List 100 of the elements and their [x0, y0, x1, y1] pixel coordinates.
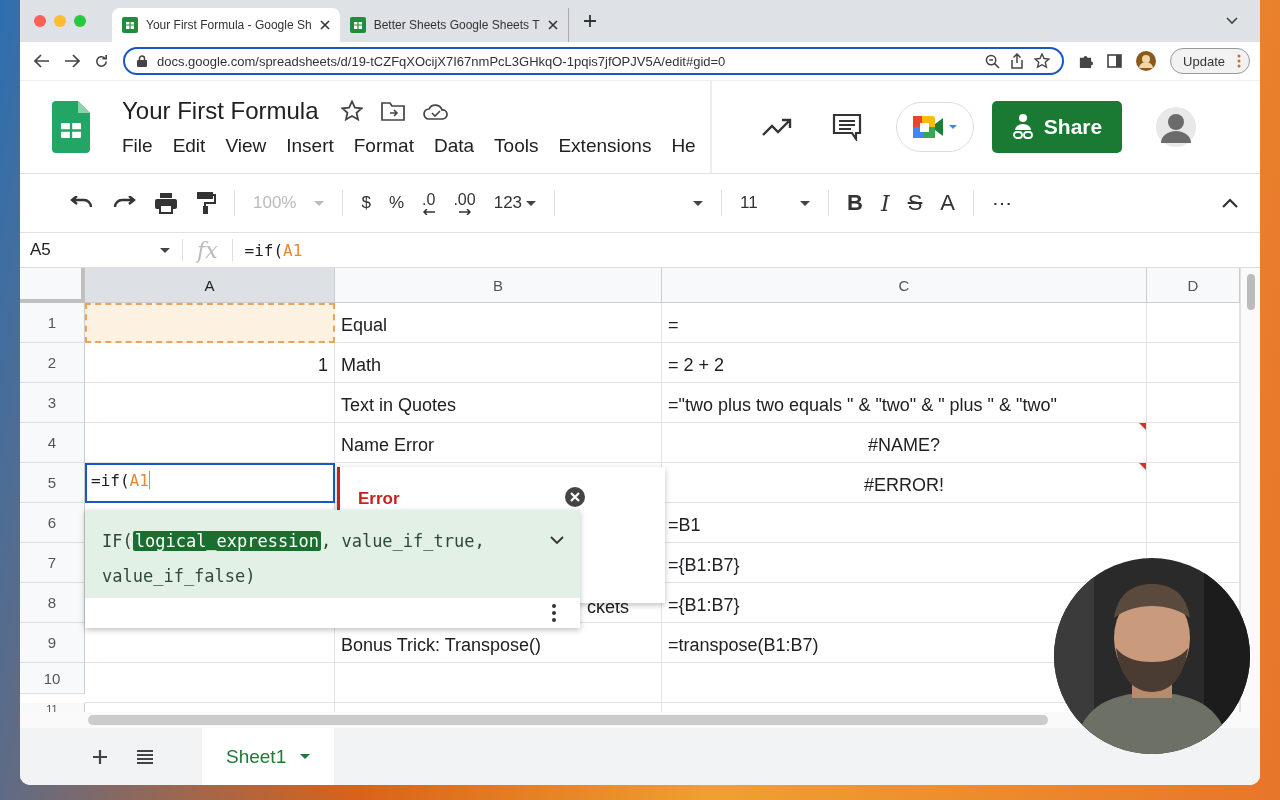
caret-icon	[693, 200, 704, 206]
caret-icon	[314, 200, 325, 206]
chevron-down-icon[interactable]	[550, 536, 564, 544]
table-cell: Equal	[335, 303, 662, 343]
comment-icon[interactable]	[832, 113, 862, 141]
error-title: Error	[358, 489, 400, 509]
list-icon[interactable]	[136, 748, 154, 765]
row-number[interactable]: 2	[20, 343, 85, 383]
video-call-button[interactable]	[896, 102, 974, 152]
document-title[interactable]: Your First Formula	[122, 97, 319, 125]
decrease-decimals-button[interactable]: .0	[422, 191, 436, 215]
print-icon[interactable]	[154, 192, 178, 214]
share-button[interactable]: Share	[992, 101, 1122, 153]
redo-icon[interactable]	[112, 196, 136, 210]
add-sheet-icon[interactable]	[92, 748, 108, 765]
reload-icon[interactable]	[94, 53, 109, 69]
sheets-logo-icon[interactable]	[52, 101, 90, 153]
percent-button[interactable]: %	[388, 193, 405, 213]
close-icon[interactable]	[547, 20, 558, 30]
menu-item[interactable]: Data	[433, 135, 495, 157]
row-number[interactable]: 7	[20, 543, 85, 583]
bold-button[interactable]: B	[847, 190, 863, 216]
paint-format-icon[interactable]	[196, 191, 216, 215]
more-icon[interactable]	[1237, 54, 1241, 68]
menu-item[interactable]: View	[225, 135, 287, 157]
formula-field[interactable]: =if(A1	[232, 240, 303, 260]
function-label: fx	[194, 237, 219, 263]
table-cell: 1	[85, 343, 335, 383]
share-icon[interactable]	[1010, 53, 1025, 69]
table-cell: Name Error	[335, 423, 662, 463]
currency-button[interactable]: $	[361, 193, 371, 213]
cloud-icon[interactable]	[422, 102, 449, 120]
column-header[interactable]: A	[85, 268, 335, 303]
row-number[interactable]: 3	[20, 383, 85, 423]
arrow-left-icon	[422, 209, 435, 215]
table-cell: #NAME?	[662, 423, 1147, 463]
caret-icon	[160, 247, 170, 253]
font-size-dropdown[interactable]: 11	[740, 193, 811, 213]
menu-item[interactable]: Format	[353, 135, 434, 157]
table-cell: = 2 + 2	[662, 343, 1147, 383]
spreadsheet-icon	[122, 17, 138, 33]
puzzle-icon[interactable]	[1078, 53, 1094, 69]
menu-item[interactable]: File	[122, 135, 173, 157]
italic-button[interactable]: I	[880, 190, 890, 216]
row-number[interactable]: 4	[20, 423, 85, 463]
menu-item[interactable]: He	[671, 135, 696, 157]
number-format-dropdown[interactable]: 123	[493, 193, 537, 213]
menu-item[interactable]: Edit	[172, 135, 226, 157]
increase-decimals-button[interactable]: .00	[453, 191, 476, 215]
back-icon[interactable]	[34, 54, 50, 68]
row-number[interactable]: 10	[20, 663, 85, 694]
star-icon[interactable]	[1034, 53, 1051, 69]
lock-icon	[137, 55, 147, 67]
column-header[interactable]: D	[1147, 268, 1240, 303]
address-field[interactable]: docs.google.com/spreadsheets/d/19-tCZFqXOcijX7I67nmPcL3GHkqO-1pqis7jfOPJV5A/edit#gid=0	[123, 47, 1065, 75]
caret-icon	[300, 754, 311, 759]
scrollbar-thumb[interactable]	[1246, 274, 1255, 310]
browser-tab[interactable]: Your First Formula - Google Sh	[112, 8, 340, 42]
undo-icon[interactable]	[70, 196, 94, 210]
close-icon[interactable]	[564, 486, 586, 508]
more-button[interactable]: ⋯	[992, 191, 1012, 215]
sheet-tab[interactable]: Sheet1	[202, 728, 335, 785]
new-tab-icon[interactable]	[582, 14, 597, 28]
strikethrough-button[interactable]: S	[907, 190, 923, 216]
more-vertical-icon[interactable]	[552, 604, 556, 622]
avatar-icon[interactable]	[1136, 51, 1157, 71]
menu-item[interactable]: Insert	[286, 135, 354, 157]
column-header[interactable]: C	[662, 268, 1147, 303]
folder-icon[interactable]	[380, 101, 405, 121]
row-number[interactable]: 9	[20, 623, 85, 663]
close-icon[interactable]	[319, 20, 330, 30]
row-number[interactable]: 5	[20, 463, 85, 503]
url-text: docs.google.com/spreadsheets/d/19-tCZFqXOcijX7I67nmPcL3GHkqO-1pqis7jfOPJV5A/edit#gid=0	[157, 53, 727, 69]
chevron-up-icon[interactable]	[1222, 198, 1238, 208]
caret-icon	[800, 200, 811, 206]
chevron-down-icon[interactable]	[1226, 17, 1238, 25]
table-cell: =	[662, 303, 1147, 343]
scrollbar-thumb[interactable]	[88, 715, 1048, 725]
side-panel-icon[interactable]	[1107, 54, 1123, 68]
text-color-button[interactable]: A	[940, 190, 955, 216]
person-link-icon	[1011, 113, 1034, 141]
table-cell: ="two plus two equals " & "two" & " plus " & "two"	[662, 383, 1147, 423]
cell-reference-field[interactable]: A5	[20, 240, 182, 260]
cell-editor[interactable]: =if(A1	[85, 463, 335, 503]
spreadsheet-icon	[349, 17, 366, 33]
star-icon[interactable]	[340, 100, 363, 122]
avatar-icon[interactable]	[1156, 107, 1196, 147]
forward-icon[interactable]	[64, 54, 80, 68]
row-number[interactable]: 1	[20, 303, 85, 343]
zoom-icon[interactable]	[985, 53, 1001, 69]
caret-icon	[526, 200, 537, 206]
update-button[interactable]: Update	[1170, 48, 1250, 74]
arrow-right-icon	[458, 209, 471, 215]
row-number[interactable]: 6	[20, 503, 85, 543]
column-header[interactable]: B	[335, 268, 662, 303]
trend-icon[interactable]	[762, 117, 792, 137]
table-cell: Text in Quotes	[335, 383, 662, 423]
menu-item[interactable]: Tools	[494, 135, 559, 157]
row-number[interactable]: 8	[20, 583, 85, 623]
menu-item[interactable]: Extensions	[558, 135, 672, 157]
